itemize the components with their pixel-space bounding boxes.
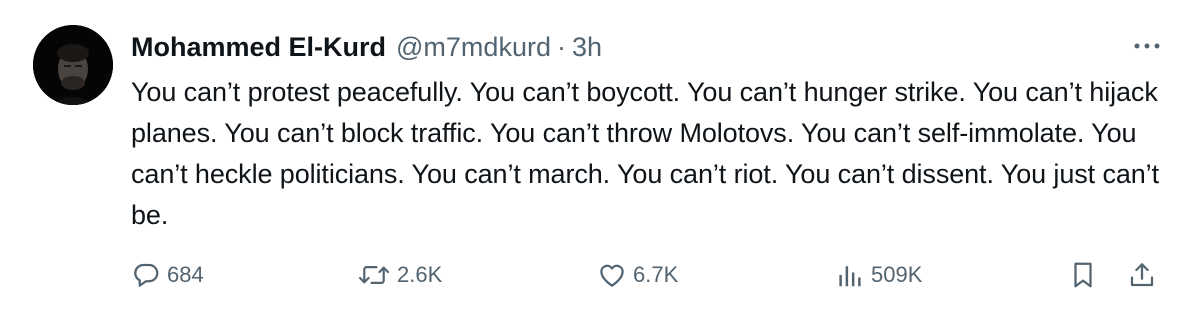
- bookmark-icon: [1069, 260, 1097, 290]
- share-button[interactable]: [1127, 255, 1157, 295]
- like-count: 6.7K: [633, 262, 679, 287]
- avatar[interactable]: [33, 25, 113, 105]
- timestamp[interactable]: 3h: [572, 30, 602, 64]
- tweet-text: You can’t protest peacefully. You can’t …: [131, 77, 1159, 230]
- reply-button[interactable]: 684: [131, 255, 204, 295]
- retweet-count: 2.6K: [397, 262, 443, 287]
- share-upload-icon: [1127, 260, 1157, 290]
- reply-bubble-icon: [131, 260, 161, 290]
- tweet-actions-bar: 684 2.6K 6.7K 509K: [131, 255, 1171, 295]
- user-handle[interactable]: @m7mdkurd: [396, 30, 551, 64]
- views-bar-chart-icon: [835, 260, 865, 290]
- bookmark-button[interactable]: [1069, 255, 1097, 295]
- reply-count: 684: [167, 262, 204, 287]
- separator-dot: ·: [556, 32, 566, 62]
- tweet-card[interactable]: Mohammed El-Kurd @m7mdkurd · 3h You can’…: [0, 0, 1200, 317]
- like-button[interactable]: 6.7K: [597, 255, 678, 295]
- retweet-button[interactable]: 2.6K: [357, 255, 442, 295]
- display-name[interactable]: Mohammed El-Kurd: [131, 30, 386, 64]
- views-count: 509K: [871, 262, 923, 287]
- tweet-header: Mohammed El-Kurd @m7mdkurd · 3h: [131, 30, 602, 64]
- retweet-icon: [357, 260, 391, 290]
- views-button[interactable]: 509K: [835, 255, 922, 295]
- more-horizontal-icon[interactable]: [1132, 36, 1162, 56]
- heart-icon: [597, 260, 627, 290]
